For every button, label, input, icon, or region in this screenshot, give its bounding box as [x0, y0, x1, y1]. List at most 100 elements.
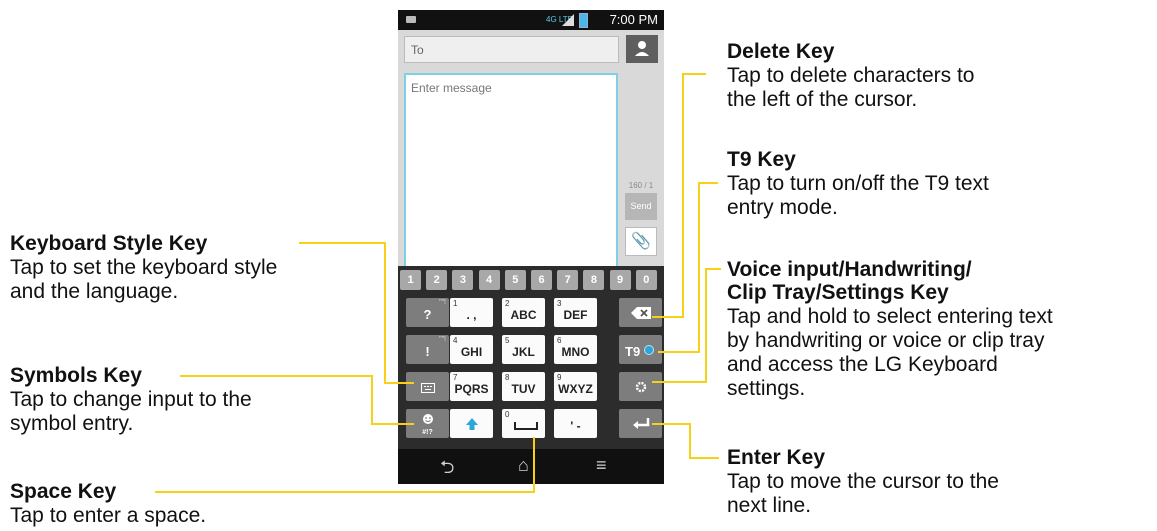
number-key-5[interactable]: 5: [504, 270, 526, 290]
delete-callout-line: [682, 73, 684, 317]
backspace-icon: [619, 306, 662, 324]
symbols-key-desc-2: symbol entry.: [10, 412, 134, 435]
key-symbol[interactable]: 1 . ,: [450, 298, 493, 327]
key-ghi[interactable]: 4 GHI: [450, 335, 493, 364]
t9-key-title: T9 Key: [727, 148, 796, 171]
number-row: 1234567890: [400, 270, 662, 290]
signal-icon: [562, 14, 574, 26]
key-label: #!?: [422, 429, 433, 436]
key-jkl[interactable]: 5 JKL: [502, 335, 545, 364]
key-shift-arrow[interactable]: [450, 409, 493, 438]
status-time: 7:00 PM: [609, 12, 658, 27]
number-key-0[interactable]: 0: [635, 270, 657, 290]
key-space[interactable]: 0: [502, 409, 545, 438]
key-sub-label: 9: [557, 373, 562, 382]
voice-key-title-2: Clip Tray/Settings Key: [727, 281, 949, 304]
key-backspace[interactable]: [619, 298, 662, 327]
key-symbol[interactable]: ' -: [554, 409, 597, 438]
menu-icon[interactable]: ≡: [596, 455, 607, 476]
key-label: ABC: [510, 308, 537, 322]
space-icon: [514, 422, 538, 430]
enter-callout-line: [689, 423, 691, 458]
settings-callout-line: [705, 268, 707, 382]
keyboard-style-callout-line: [299, 242, 385, 244]
settings-callout-line: [705, 268, 721, 270]
t9-key-desc-1: Tap to turn on/off the T9 text: [727, 172, 989, 195]
symbols-callout-line: [371, 375, 373, 425]
key-label: GHI: [460, 345, 483, 359]
key-t9[interactable]: T9: [619, 335, 662, 364]
home-icon[interactable]: ⌂: [518, 455, 529, 476]
voice-key-title-1: Voice input/Handwriting/: [727, 258, 972, 281]
t9-callout-line: [658, 351, 700, 353]
voice-key-desc-3: and access the LG Keyboard: [727, 353, 998, 376]
back-icon[interactable]: ⮌: [440, 455, 454, 484]
key-label: T9: [625, 344, 641, 359]
key-abc[interactable]: 2 ABC: [502, 298, 545, 327]
key-mno[interactable]: 6 MNO: [554, 335, 597, 364]
keyboard-style-callout-line: [384, 242, 386, 384]
mail-notification-icon: [406, 16, 416, 23]
person-icon: [635, 41, 649, 56]
message-input[interactable]: Enter message: [404, 73, 618, 268]
key-label: MNO: [561, 345, 590, 359]
key-sub-label: 2: [505, 299, 510, 308]
symbols-key-desc-1: Tap to change input to the: [10, 388, 252, 411]
key-def[interactable]: 3 DEF: [554, 298, 597, 327]
keyboard-style-key-desc-2: and the language.: [10, 280, 179, 303]
symbols-callout-line: [180, 375, 372, 377]
key-label: ?: [423, 307, 432, 322]
number-key-6[interactable]: 6: [531, 270, 552, 290]
t9-callout-line: [698, 182, 700, 352]
key-corner-label: ""!: [439, 299, 446, 306]
key-pqrs[interactable]: 7 PQRS: [450, 372, 493, 401]
key-symbol[interactable]: ""!!: [406, 335, 449, 364]
enter-callout-line: [689, 457, 719, 459]
key-sub-label: 5: [505, 336, 510, 345]
number-key-3[interactable]: 3: [452, 270, 474, 290]
number-key-2[interactable]: 2: [426, 270, 448, 290]
symbols-key-title: Symbols Key: [10, 364, 142, 387]
key-sub-label: 0: [505, 410, 510, 419]
contact-picker-button[interactable]: [626, 35, 658, 63]
keyboard: 1234567890 ""!? 1. , 2 ABC 3 DEF ""!! 4 GHI 5 JKL 6…: [398, 266, 664, 449]
attach-button[interactable]: 📎: [625, 227, 657, 256]
key-wxyz[interactable]: 9 WXYZ: [554, 372, 597, 401]
key-sub-label: 6: [557, 336, 562, 345]
number-key-9[interactable]: 9: [609, 270, 631, 290]
t9-callout-line: [698, 182, 718, 184]
space-callout-line: [155, 491, 534, 493]
key-sub-label: 8: [505, 373, 510, 382]
number-key-4[interactable]: 4: [478, 270, 500, 290]
number-key-1[interactable]: 1: [400, 270, 421, 290]
phone-screen: 4G LTE 7:00 PM To Enter message 160 / 1 …: [398, 10, 664, 484]
space-key-title: Space Key: [10, 480, 117, 503]
settings-callout-line: [652, 381, 707, 383]
number-key-7[interactable]: 7: [557, 270, 579, 290]
keyboard-style-key-desc-1: Tap to set the keyboard style: [10, 256, 278, 279]
navigation-bar: ⮌ ⌂ ≡: [398, 449, 664, 484]
shift-arrow-icon: [450, 417, 493, 436]
paperclip-icon: 📎: [631, 233, 651, 250]
t9-key-desc-2: entry mode.: [727, 196, 838, 219]
number-key-8[interactable]: 8: [583, 270, 605, 290]
key-gear[interactable]: [619, 372, 662, 401]
recipient-input[interactable]: To: [404, 36, 619, 63]
key-label: !: [425, 344, 430, 359]
key-keyboard-style[interactable]: [406, 372, 449, 401]
space-key-desc-1: Tap to enter a space.: [10, 504, 207, 527]
enter-icon: [619, 417, 662, 435]
send-button[interactable]: Send: [625, 193, 657, 220]
character-counter: 160 / 1: [628, 181, 654, 190]
enter-key-desc-2: next line.: [727, 494, 812, 517]
key-tuv[interactable]: 8 TUV: [502, 372, 545, 401]
key-label: PQRS: [454, 382, 489, 396]
voice-key-desc-4: settings.: [727, 377, 806, 400]
delete-callout-line: [652, 316, 684, 318]
space-callout-line: [533, 437, 535, 493]
key-symbol[interactable]: ""!?: [406, 298, 449, 327]
key-sub-label: 4: [453, 336, 458, 345]
smiley-icon: [406, 412, 449, 430]
delete-key-desc-2: the left of the cursor.: [727, 88, 918, 111]
symbols-callout-line: [371, 423, 414, 425]
